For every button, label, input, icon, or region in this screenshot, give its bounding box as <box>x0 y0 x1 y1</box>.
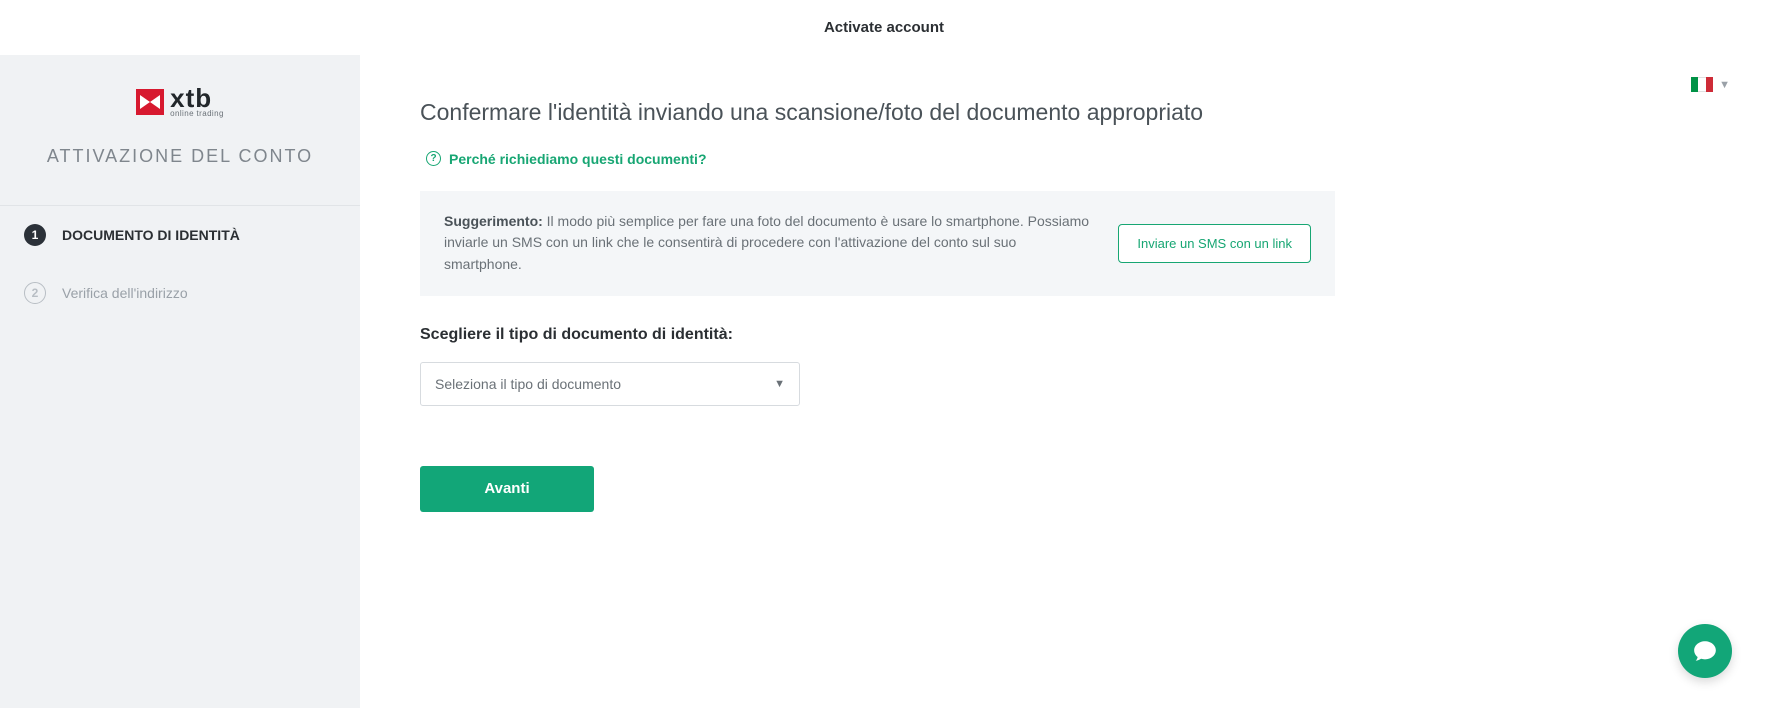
tip-box: Suggerimento: Il modo più semplice per f… <box>420 191 1335 296</box>
layout: xtb online trading ATTIVAZIONE DEL CONTO… <box>0 55 1768 708</box>
step-label: Verifica dell'indirizzo <box>62 285 188 301</box>
chevron-down-icon: ▼ <box>774 378 785 390</box>
sidebar-title: ATTIVAZIONE DEL CONTO <box>0 146 360 167</box>
logo: xtb online trading <box>0 85 360 118</box>
tip-label: Suggerimento: <box>444 213 543 229</box>
flag-italy-icon <box>1691 77 1713 92</box>
step-number: 2 <box>24 282 46 304</box>
header-title: Activate account <box>824 19 944 36</box>
logo-tagline: online trading <box>170 109 224 118</box>
tip-text: Suggerimento: Il modo più semplice per f… <box>444 211 1094 276</box>
document-type-label: Scegliere il tipo di documento di identi… <box>420 326 1708 344</box>
logo-text: xtb <box>170 85 224 111</box>
step-identity-document[interactable]: 1 DOCUMENTO DI IDENTITÀ <box>0 206 360 264</box>
sidebar: xtb online trading ATTIVAZIONE DEL CONTO… <box>0 55 360 708</box>
page-title: Confermare l'identità inviando una scans… <box>420 99 1360 126</box>
step-label: DOCUMENTO DI IDENTITÀ <box>62 227 240 243</box>
step-address-verification[interactable]: 2 Verifica dell'indirizzo <box>0 264 360 322</box>
logo-mark-icon <box>136 89 164 115</box>
send-sms-button[interactable]: Inviare un SMS con un link <box>1118 224 1311 263</box>
help-link-text: Perché richiediamo questi documenti? <box>449 151 707 167</box>
step-number: 1 <box>24 224 46 246</box>
chevron-down-icon: ▼ <box>1719 79 1730 91</box>
page-header: Activate account <box>0 0 1768 55</box>
step-list: 1 DOCUMENTO DI IDENTITÀ 2 Verifica dell'… <box>0 205 360 322</box>
language-switcher[interactable]: ▼ <box>1691 77 1730 92</box>
select-placeholder: Seleziona il tipo di documento <box>435 376 621 392</box>
chat-button[interactable] <box>1678 624 1732 678</box>
question-icon: ? <box>426 151 441 166</box>
chat-icon <box>1692 638 1718 664</box>
main-content: ▼ Confermare l'identità inviando una sca… <box>360 55 1768 708</box>
next-button[interactable]: Avanti <box>420 466 594 512</box>
why-documents-link[interactable]: ? Perché richiediamo questi documenti? <box>426 151 707 167</box>
document-type-select[interactable]: Seleziona il tipo di documento ▼ <box>420 362 800 406</box>
